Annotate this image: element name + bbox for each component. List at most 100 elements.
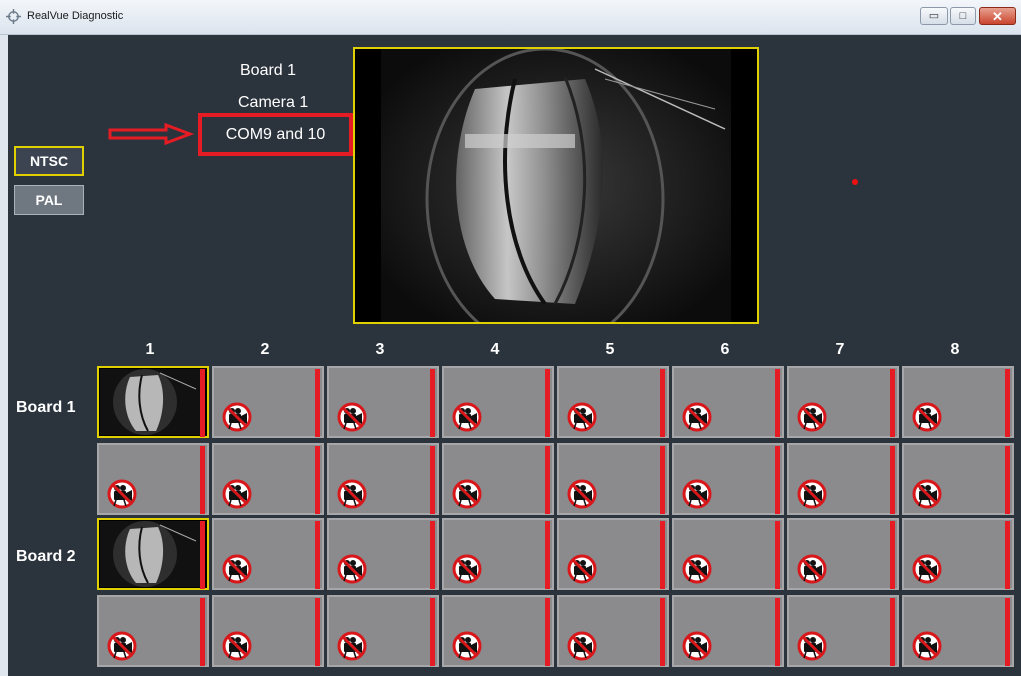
signal-bar — [430, 369, 435, 437]
camera-cell[interactable] — [557, 518, 669, 590]
fisheye-image — [355, 49, 757, 322]
signal-bar — [545, 598, 550, 666]
camera-cell[interactable] — [97, 595, 209, 667]
signal-bar — [545, 521, 550, 589]
board-2-label: Board 2 — [16, 548, 76, 565]
column-header: 1 — [145, 341, 155, 358]
window-title: RealVue Diagnostic — [27, 10, 124, 22]
signal-bar — [315, 521, 320, 589]
signal-bar — [200, 598, 205, 666]
camera-cell[interactable] — [902, 595, 1014, 667]
com-port-label: COM9 and 10 — [225, 125, 326, 143]
camera-cell[interactable] — [902, 443, 1014, 515]
camera-cell[interactable] — [557, 366, 669, 438]
camera-cell[interactable] — [672, 595, 784, 667]
signal-bar — [1005, 521, 1010, 589]
signal-bar — [890, 598, 895, 666]
column-header: 6 — [720, 341, 730, 358]
camera-cell[interactable] — [212, 595, 324, 667]
signal-bar — [660, 446, 665, 514]
no-camera-icon — [912, 631, 942, 661]
no-camera-icon — [337, 631, 367, 661]
signal-bar — [1005, 598, 1010, 666]
camera-cell[interactable] — [557, 595, 669, 667]
camera-cell[interactable] — [97, 366, 209, 438]
ntsc-button[interactable]: NTSC — [14, 146, 84, 176]
pal-button[interactable]: PAL — [14, 185, 84, 215]
column-header: 2 — [260, 341, 270, 358]
no-camera-icon — [567, 631, 597, 661]
signal-bar — [545, 369, 550, 437]
signal-bar — [200, 369, 205, 437]
status-dot — [852, 179, 858, 185]
camera-cell[interactable] — [327, 595, 439, 667]
no-camera-icon — [452, 631, 482, 661]
column-header: 5 — [605, 341, 615, 358]
selected-board-label: Board 1 — [240, 62, 297, 79]
minimize-button[interactable]: ▭ — [920, 7, 948, 25]
camera-cell[interactable] — [787, 518, 899, 590]
no-camera-icon — [682, 402, 712, 432]
signal-bar — [775, 369, 780, 437]
camera-cell[interactable] — [902, 366, 1014, 438]
camera-cell[interactable] — [212, 443, 324, 515]
maximize-icon: □ — [959, 9, 967, 22]
selected-camera-label: Camera 1 — [238, 94, 309, 111]
no-camera-icon — [912, 402, 942, 432]
signal-bar — [1005, 446, 1010, 514]
signal-bar — [775, 598, 780, 666]
signal-bar — [315, 369, 320, 437]
camera-cell[interactable] — [97, 443, 209, 515]
camera-cell[interactable] — [442, 518, 554, 590]
camera-cell[interactable] — [902, 518, 1014, 590]
signal-bar — [660, 369, 665, 437]
camera-cell[interactable] — [442, 595, 554, 667]
no-camera-icon — [337, 479, 367, 509]
camera-cell[interactable] — [327, 366, 439, 438]
camera-cell[interactable] — [442, 366, 554, 438]
camera-cell[interactable] — [787, 366, 899, 438]
close-button[interactable]: ✕ — [979, 7, 1016, 25]
signal-bar — [890, 446, 895, 514]
no-camera-icon — [222, 631, 252, 661]
no-camera-icon — [107, 479, 137, 509]
camera-cell[interactable] — [327, 443, 439, 515]
no-camera-icon — [797, 402, 827, 432]
column-header: 4 — [490, 341, 500, 358]
camera-cell[interactable] — [557, 443, 669, 515]
no-camera-icon — [337, 402, 367, 432]
column-header: 8 — [950, 341, 960, 358]
signal-bar — [1005, 369, 1010, 437]
camera-thumbnail — [100, 369, 200, 435]
no-camera-icon — [452, 479, 482, 509]
camera-cell[interactable] — [672, 366, 784, 438]
no-camera-icon — [682, 479, 712, 509]
minimize-icon: ▭ — [928, 9, 940, 22]
close-icon: ✕ — [992, 8, 1003, 24]
signal-bar — [890, 369, 895, 437]
signal-bar — [430, 521, 435, 589]
camera-cell[interactable] — [672, 518, 784, 590]
signal-bar — [200, 446, 205, 514]
signal-bar — [890, 521, 895, 589]
signal-bar — [660, 521, 665, 589]
column-header: 3 — [375, 341, 385, 358]
camera-cell[interactable] — [97, 518, 209, 590]
camera-cell[interactable] — [787, 595, 899, 667]
no-camera-icon — [912, 554, 942, 584]
camera-cell[interactable] — [672, 443, 784, 515]
camera-cell[interactable] — [787, 443, 899, 515]
maximize-button[interactable]: □ — [950, 7, 976, 25]
signal-bar — [775, 446, 780, 514]
camera-cell[interactable] — [442, 443, 554, 515]
signal-bar — [430, 446, 435, 514]
no-camera-icon — [797, 479, 827, 509]
no-camera-icon — [222, 554, 252, 584]
arrow-right-icon — [108, 123, 194, 145]
signal-bar — [660, 598, 665, 666]
camera-cell[interactable] — [212, 366, 324, 438]
camera-cell[interactable] — [212, 518, 324, 590]
camera-cell[interactable] — [327, 518, 439, 590]
no-camera-icon — [222, 402, 252, 432]
signal-bar — [775, 521, 780, 589]
